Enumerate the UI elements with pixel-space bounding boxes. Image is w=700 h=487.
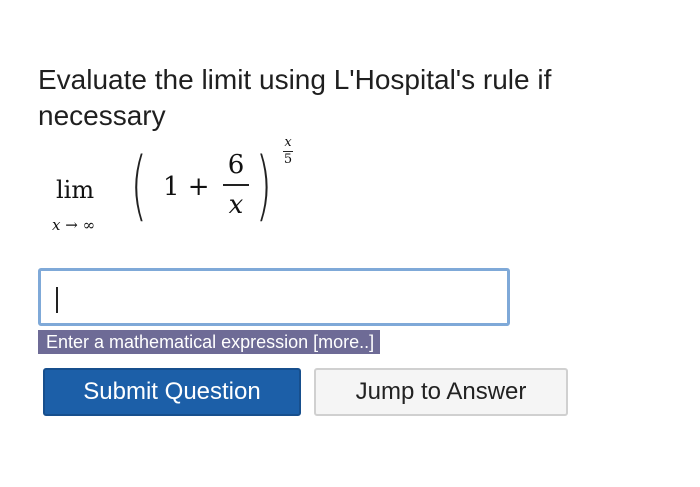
limit-expression: lim x → ∞ ( 1 + 6 x ) x 5 xyxy=(38,134,338,244)
input-hint: Enter a mathematical expression [more..] xyxy=(38,330,381,354)
answer-input[interactable] xyxy=(38,268,510,326)
input-hint-text: Enter a mathematical expression xyxy=(46,332,309,352)
lim-arrow: → xyxy=(60,216,83,234)
text-caret xyxy=(56,287,58,313)
exponent-numerator: x xyxy=(284,135,292,150)
question-text: Evaluate the limit using L'Hospital's ru… xyxy=(38,64,552,131)
fraction-bar xyxy=(223,184,249,186)
jump-to-answer-button[interactable]: Jump to Answer xyxy=(314,368,568,416)
question-page: Evaluate the limit using L'Hospital's ru… xyxy=(0,0,700,487)
more-link[interactable]: [more..] xyxy=(313,332,374,352)
fraction-denominator: x xyxy=(228,190,244,220)
lim-target: ∞ xyxy=(82,216,96,234)
left-paren: ( xyxy=(130,140,147,229)
submit-question-button[interactable]: Submit Question xyxy=(43,368,301,416)
lim-subscript: x → ∞ xyxy=(52,216,95,234)
fraction: 6 x xyxy=(221,150,251,220)
lim-operator: lim xyxy=(56,176,95,204)
right-paren: ) xyxy=(255,140,272,229)
one-plus-term: 1 + xyxy=(163,172,210,202)
exponent: x 5 xyxy=(281,136,295,167)
fraction-numerator: 6 xyxy=(227,150,245,180)
exponent-denominator: 5 xyxy=(283,152,293,167)
